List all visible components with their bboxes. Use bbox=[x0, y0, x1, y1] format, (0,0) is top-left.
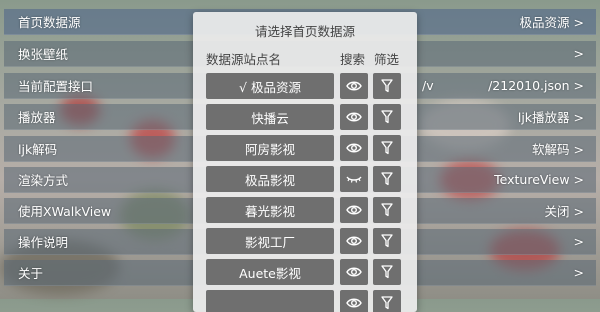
source-select-button[interactable]: 极品影视 bbox=[206, 166, 334, 192]
source-row: 暮光影视 bbox=[193, 197, 417, 225]
filter-icon[interactable] bbox=[373, 197, 401, 223]
filter-icon[interactable] bbox=[373, 228, 401, 254]
setting-label: 首页数据源 bbox=[18, 15, 81, 30]
eye-icon[interactable] bbox=[340, 73, 368, 99]
eye-icon[interactable] bbox=[340, 290, 368, 312]
setting-value: 极品资源 > bbox=[519, 15, 584, 30]
source-row: 影视工厂 bbox=[193, 228, 417, 256]
setting-value: TextureView > bbox=[494, 172, 584, 187]
eye-icon[interactable] bbox=[340, 259, 368, 285]
source-row: 极品影视 bbox=[193, 166, 417, 194]
source-row: √ 极品资源 bbox=[193, 73, 417, 101]
eye-icon[interactable] bbox=[340, 104, 368, 130]
setting-value: /212010.json > bbox=[488, 78, 584, 93]
source-select-button[interactable]: √ 极品资源 bbox=[206, 73, 334, 99]
source-select-button[interactable]: 阿房影视 bbox=[206, 135, 334, 161]
source-select-button[interactable]: 暮光影视 bbox=[206, 197, 334, 223]
source-select-button[interactable]: 影视工厂 bbox=[206, 228, 334, 254]
dialog-title: 请选择首页数据源 bbox=[254, 24, 355, 39]
eye-icon[interactable] bbox=[340, 197, 368, 223]
source-row bbox=[193, 290, 417, 312]
filter-icon[interactable] bbox=[373, 135, 401, 161]
setting-label: 播放器 bbox=[18, 110, 56, 125]
setting-value: > bbox=[573, 234, 584, 249]
setting-value: > bbox=[573, 46, 584, 61]
setting-value: > bbox=[573, 265, 584, 280]
eye-icon[interactable] bbox=[340, 228, 368, 254]
source-row: 快播云 bbox=[193, 104, 417, 132]
setting-label: ljk解码 bbox=[18, 142, 58, 157]
source-row: Auete影视 bbox=[193, 259, 417, 287]
filter-icon[interactable] bbox=[373, 166, 401, 192]
filter-icon[interactable] bbox=[373, 290, 401, 312]
filter-icon[interactable] bbox=[373, 73, 401, 99]
column-header-filter: 筛选 bbox=[374, 52, 400, 67]
config-url-fragment: /v bbox=[422, 78, 434, 93]
source-select-button[interactable]: Auete影视 bbox=[206, 259, 334, 285]
setting-label: 渲染方式 bbox=[18, 173, 69, 188]
setting-label: 当前配置接口 bbox=[18, 79, 94, 94]
source-select-button[interactable]: 快播云 bbox=[206, 104, 334, 130]
setting-label: 操作说明 bbox=[18, 235, 69, 250]
filter-icon[interactable] bbox=[373, 104, 401, 130]
eye-closed-icon[interactable] bbox=[340, 166, 368, 192]
source-row: 阿房影视 bbox=[193, 135, 417, 163]
filter-icon[interactable] bbox=[373, 259, 401, 285]
source-select-dialog: 请选择首页数据源 数据源站点名 搜索 筛选 √ 极品资源 快播云阿房影视极品影视暮… bbox=[193, 12, 417, 312]
column-header-source-name: 数据源站点名 bbox=[206, 52, 282, 67]
source-select-button[interactable] bbox=[206, 290, 334, 312]
eye-icon[interactable] bbox=[340, 135, 368, 161]
setting-value: ljk播放器 > bbox=[517, 110, 584, 125]
setting-value: 软解码 > bbox=[532, 142, 584, 157]
setting-label: 关于 bbox=[18, 266, 44, 281]
setting-label: 换张壁纸 bbox=[18, 47, 69, 62]
setting-value: 关闭 > bbox=[544, 204, 584, 219]
setting-label: 使用XWalkView bbox=[18, 204, 112, 219]
column-header-search: 搜索 bbox=[340, 52, 366, 67]
